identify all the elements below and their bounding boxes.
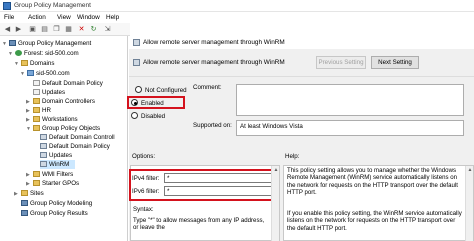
up-folder-icon[interactable]: ▣ bbox=[28, 25, 37, 34]
help-scrollbar[interactable]: ▲ bbox=[465, 166, 473, 241]
radio-circle[interactable] bbox=[135, 86, 142, 93]
syntax-label: Syntax: bbox=[133, 206, 154, 213]
collapse-icon[interactable]: ▼ bbox=[14, 60, 21, 69]
tree-node-ou[interactable]: ▶ Domain Controllers bbox=[26, 97, 95, 106]
gpo-icon bbox=[40, 152, 47, 158]
back-icon[interactable]: ◀ bbox=[3, 25, 12, 34]
radio-not-configured[interactable]: Not Configured bbox=[135, 86, 187, 94]
gpo-icon bbox=[40, 143, 47, 149]
ipv6-filter-label: IPv6 filter: bbox=[132, 188, 160, 195]
help-label: Help: bbox=[285, 153, 300, 160]
options-label: Options: bbox=[132, 153, 156, 160]
gpm-app-icon bbox=[3, 2, 11, 10]
previous-setting-button[interactable]: Previous Setting bbox=[316, 56, 366, 69]
properties-icon[interactable]: ▤ bbox=[40, 25, 49, 34]
radio-disabled[interactable]: Disabled bbox=[131, 112, 165, 120]
tree-node-modeling[interactable]: Group Policy Modeling bbox=[21, 199, 92, 208]
window-title: Group Policy Management bbox=[14, 2, 91, 9]
supported-on-label: Supported on: bbox=[193, 122, 232, 129]
ipv4-filter-input[interactable] bbox=[164, 173, 272, 183]
gpm-icon bbox=[9, 40, 16, 46]
menu-action[interactable]: Action bbox=[28, 14, 46, 21]
folder-icon bbox=[33, 125, 40, 131]
tree-node-gpo[interactable]: Default Domain Controll bbox=[40, 133, 115, 142]
tree-node-gpo[interactable]: Updates bbox=[40, 151, 72, 160]
tree-node-gpo-link[interactable]: Updates bbox=[33, 88, 65, 97]
menu-window[interactable]: Window bbox=[77, 14, 100, 21]
collapse-icon[interactable]: ▼ bbox=[26, 125, 33, 134]
forward-icon[interactable]: ▶ bbox=[14, 25, 23, 34]
policy-icon bbox=[133, 59, 140, 66]
gpo-icon bbox=[40, 134, 47, 140]
gpo-link-icon bbox=[33, 89, 40, 95]
tree-node-forest[interactable]: ▼ Forest: sid-500.com bbox=[8, 49, 79, 58]
collapse-icon[interactable]: ▼ bbox=[8, 50, 15, 59]
radio-enabled[interactable]: Enabled bbox=[131, 99, 164, 107]
next-setting-button[interactable]: Next Setting bbox=[371, 56, 419, 69]
tree-node-domain[interactable]: ▼ sid-500.com bbox=[20, 69, 70, 78]
tree-node-gpo-selected[interactable]: WinRM bbox=[40, 160, 76, 169]
ou-icon bbox=[33, 98, 40, 104]
syntax-text: Type "*" to allow messages from any IP a… bbox=[133, 217, 266, 232]
folder-icon bbox=[21, 60, 28, 66]
gpo-link-icon bbox=[33, 80, 40, 86]
comment-label: Comment: bbox=[193, 84, 222, 91]
modeling-icon bbox=[21, 200, 28, 206]
title-bar: Group Policy Management bbox=[0, 0, 474, 12]
tree-node-wmi[interactable]: ▶ WMI Filters bbox=[26, 170, 73, 179]
folder-icon bbox=[33, 180, 40, 186]
dialog-header: Allow remote server management through W… bbox=[129, 49, 474, 77]
options-scrollbar[interactable]: ▲ bbox=[271, 166, 279, 241]
sites-icon bbox=[21, 190, 28, 196]
menu-help[interactable]: Help bbox=[106, 14, 119, 21]
collapse-icon[interactable]: ▼ bbox=[2, 40, 9, 49]
policy-icon bbox=[133, 39, 140, 46]
domain-icon bbox=[27, 70, 34, 76]
ou-icon bbox=[33, 116, 40, 122]
comment-textarea[interactable] bbox=[236, 84, 464, 116]
menu-bar: File Action View Window Help bbox=[0, 12, 474, 23]
collapse-icon[interactable]: ▼ bbox=[20, 70, 27, 79]
export-icon[interactable]: ⇲ bbox=[103, 25, 112, 34]
dialog-title-bar: Allow remote server management through W… bbox=[129, 36, 474, 49]
expand-icon[interactable]: ▶ bbox=[14, 190, 21, 199]
radio-circle[interactable] bbox=[131, 112, 138, 119]
tree-node-gpo-folder[interactable]: ▼ Group Policy Objects bbox=[26, 124, 100, 133]
tree-node-gpo-link[interactable]: Default Domain Policy bbox=[33, 79, 103, 88]
menu-file[interactable]: File bbox=[4, 14, 14, 21]
dialog-title: Allow remote server management through W… bbox=[143, 39, 285, 46]
tree-node-domains[interactable]: ▼ Domains bbox=[14, 59, 54, 68]
help-paragraph-2: If you enable this policy setting, the W… bbox=[287, 210, 464, 232]
ipv4-filter-label: IPv4 filter: bbox=[132, 175, 160, 182]
gpo-icon bbox=[40, 161, 47, 167]
tree-node-root[interactable]: ▼ Group Policy Management bbox=[2, 39, 91, 48]
copy-icon[interactable]: ❐ bbox=[52, 25, 61, 34]
ou-icon bbox=[33, 107, 40, 113]
dialog-header-title: Allow remote server management through W… bbox=[143, 59, 285, 66]
forest-icon bbox=[15, 50, 22, 56]
refresh-icon[interactable]: ↻ bbox=[89, 25, 98, 34]
console-tree: ▼ Group Policy Management ▼ Forest: sid-50… bbox=[0, 36, 128, 241]
tree-node-results[interactable]: Group Policy Results bbox=[21, 209, 88, 218]
tree-node-ou[interactable]: ▶ Workstations bbox=[26, 115, 78, 124]
ipv6-filter-input[interactable] bbox=[164, 186, 272, 196]
radio-circle-checked[interactable] bbox=[131, 99, 138, 106]
tree-node-ou[interactable]: ▶ HR bbox=[26, 106, 51, 115]
folder-icon bbox=[33, 171, 40, 177]
toolbar: ◀ ▶ ▣ ▤ ❐ ▦ ✕ ↻ ⇲ bbox=[0, 23, 130, 36]
scroll-up-icon[interactable]: ▲ bbox=[272, 166, 280, 174]
menu-view[interactable]: View bbox=[57, 14, 71, 21]
tree-node-starter[interactable]: ▶ Starter GPOs bbox=[26, 179, 79, 188]
delete-icon[interactable]: ✕ bbox=[77, 25, 86, 34]
tree-node-gpo[interactable]: Default Domain Policy bbox=[40, 142, 110, 151]
help-paragraph-1: This policy setting allows you to manage… bbox=[287, 167, 460, 196]
supported-on-value: At least Windows Vista bbox=[236, 120, 464, 136]
results-icon bbox=[21, 210, 28, 216]
paste-icon[interactable]: ▦ bbox=[64, 25, 73, 34]
expand-icon[interactable]: ▶ bbox=[26, 180, 33, 189]
scroll-up-icon[interactable]: ▲ bbox=[466, 166, 474, 174]
tree-node-sites[interactable]: ▶ Sites bbox=[14, 189, 44, 198]
